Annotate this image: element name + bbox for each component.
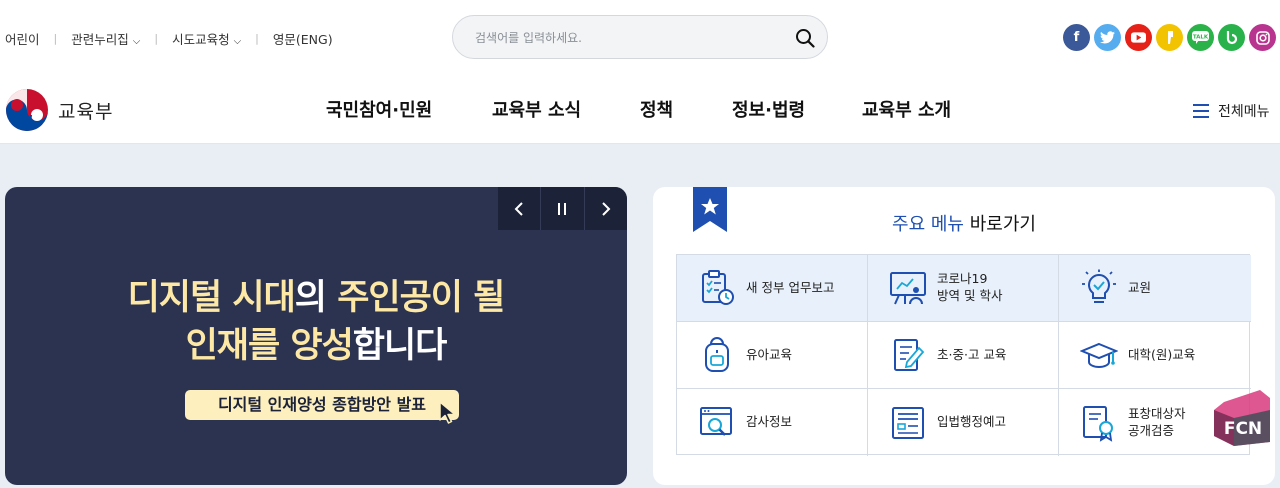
kakaotalk-icon[interactable]: TALK: [1187, 24, 1214, 51]
chevron-right-icon: [602, 201, 611, 216]
quick-item-label: 교원: [1128, 280, 1151, 297]
magnifier-window-icon: [700, 406, 732, 436]
quick-item-label-line1: 초·중·고 교육: [937, 346, 1007, 362]
quick-item-label: 코로나19 방역 및 학사: [937, 271, 1002, 305]
quick-item-university-education[interactable]: 대학(원)교육: [1059, 322, 1251, 389]
chevron-left-icon: [514, 201, 523, 216]
hamburger-icon: [1193, 104, 1209, 118]
notebook-pencil-icon: [894, 339, 925, 371]
logo-text: 교육부: [58, 100, 114, 123]
quick-menu-title-text: 바로가기: [964, 214, 1036, 235]
search-icon[interactable]: [795, 28, 815, 48]
link-english[interactable]: 영문(ENG): [273, 29, 333, 48]
quick-item-label: 초·중·고 교육: [937, 347, 1006, 364]
graduation-cap-icon: [1080, 342, 1118, 369]
quick-item-label: 표창대상자 공개검증: [1128, 406, 1186, 440]
quick-item-label-line1: 교원: [1128, 279, 1152, 295]
divider: |: [255, 32, 259, 45]
banner-controls: [498, 187, 627, 230]
quick-item-label-line1: 유아교육: [746, 346, 793, 362]
quick-item-covid[interactable]: 코로나19 방역 및 학사: [868, 255, 1059, 322]
headline-highlight: 인재를 양성: [185, 326, 354, 366]
document-list-icon: [892, 406, 924, 439]
quick-item-early-education[interactable]: 유아교육: [677, 322, 868, 389]
fcn-watermark-logo: FCN: [1214, 390, 1270, 446]
all-menu-button[interactable]: 전체메뉴: [1193, 101, 1270, 121]
quick-item-label-line2: 공개검증: [1128, 422, 1175, 438]
nav-policy[interactable]: 정책: [640, 96, 673, 122]
quick-item-label: 유아교육: [746, 347, 792, 364]
fcn-watermark-text: FCN: [1224, 419, 1262, 439]
social-links: f TALK: [1063, 24, 1276, 51]
quick-item-label: 새 정부 업무보고: [746, 280, 834, 297]
quick-item-label: 감사정보: [746, 414, 792, 431]
next-slide-button[interactable]: [583, 187, 627, 230]
quick-item-label-line1: 표창대상자: [1128, 405, 1186, 421]
youtube-icon[interactable]: [1125, 24, 1152, 51]
ministry-logo[interactable]: 교육부: [5, 88, 113, 132]
search-input[interactable]: [475, 27, 775, 49]
quick-item-audit-info[interactable]: 감사정보: [677, 389, 868, 456]
link-related-sites-label: 관련누리집: [71, 32, 129, 47]
backpack-icon: [705, 337, 729, 372]
headline-highlight: 디지털 시대: [127, 278, 296, 318]
quick-item-teachers[interactable]: 교원: [1059, 255, 1251, 322]
chevron-down-icon: ⌵: [233, 36, 242, 47]
quick-item-legislative-notice[interactable]: 입법행정예고: [868, 389, 1059, 456]
taegeuk-logo-icon: [6, 89, 48, 131]
headline-text: 의: [294, 278, 338, 318]
blog-icon[interactable]: [1218, 24, 1245, 51]
banner-headline-line2: 인재를 양성합니다: [5, 317, 627, 368]
quick-item-label-line2: 방역 및 학사: [937, 288, 1003, 303]
banner-cta-button[interactable]: 디지털 인재양성 종합방안 발표: [185, 390, 459, 420]
nav-info-law[interactable]: 정보·법령: [732, 96, 805, 122]
all-menu-label: 전체메뉴: [1218, 104, 1270, 120]
nav-news[interactable]: 교육부 소식: [492, 96, 581, 122]
quick-item-label-line1: 새 정부 업무보고: [746, 279, 835, 295]
quick-item-work-report[interactable]: 새 정부 업무보고: [677, 255, 868, 322]
quick-menu-panel: 주요 메뉴 바로가기 새 정부 업무보고 코로나19 방역 및 학사 교원 유아…: [653, 187, 1275, 485]
quick-item-label-line1: 대학(원)교육: [1128, 346, 1196, 362]
link-provincial-offices-label: 시도교육청: [172, 32, 230, 47]
headline-text: 합니다: [352, 326, 448, 366]
nav-about[interactable]: 교육부 소개: [862, 96, 951, 122]
clipboard-clock-icon: [702, 270, 734, 305]
link-provincial-offices[interactable]: 시도교육청 ⌵: [172, 29, 241, 48]
main-banner[interactable]: 디지털 시대의 주인공이 될 인재를 양성합니다 디지털 인재양성 종합방안 발…: [5, 187, 627, 485]
prev-slide-button[interactable]: [498, 187, 540, 230]
link-kids[interactable]: 어린이: [5, 29, 40, 48]
certificate-badge-icon: [1083, 405, 1113, 442]
quick-menu-grid: 새 정부 업무보고 코로나19 방역 및 학사 교원 유아교육 초·중·고 교육…: [676, 254, 1251, 456]
divider: |: [154, 32, 159, 45]
svg-text:TALK: TALK: [1193, 35, 1209, 41]
quick-item-k12-education[interactable]: 초·중·고 교육: [868, 322, 1059, 389]
quick-menu-title: 주요 메뉴 바로가기: [653, 210, 1275, 236]
top-utility-bar: 어린이 | 관련누리집⌵ | 시도교육청⌵ | 영문(ENG) f TALK: [0, 0, 1280, 74]
quick-item-label-line1: 코로나19: [937, 271, 988, 287]
mouse-cursor-icon: [439, 401, 456, 424]
twitter-icon[interactable]: [1094, 24, 1121, 51]
kakaostory-icon[interactable]: [1156, 24, 1183, 51]
utility-links: 어린이 | 관련누리집 ⌵ | 시도교육청 ⌵ | 영문(ENG): [5, 29, 333, 48]
pause-slide-button[interactable]: [540, 187, 583, 230]
link-related-sites[interactable]: 관련누리집 ⌵: [71, 29, 140, 48]
quick-item-label-line1: 감사정보: [746, 414, 793, 430]
facebook-icon[interactable]: f: [1063, 24, 1090, 51]
divider: |: [53, 32, 58, 45]
pause-icon: [558, 202, 567, 215]
lightbulb-icon: [1082, 269, 1116, 303]
quick-item-label: 입법행정예고: [937, 414, 1006, 431]
quick-menu-title-highlight: 주요 메뉴: [892, 214, 964, 235]
instagram-icon[interactable]: [1249, 24, 1276, 51]
main-nav: 교육부 국민참여·민원 교육부 소식 정책 정보·법령 교육부 소개 전체메뉴: [0, 74, 1280, 144]
banner-headline-line1: 디지털 시대의 주인공이 될: [5, 269, 627, 320]
search-box: [452, 15, 828, 59]
headline-highlight: 주인공이 될: [337, 278, 505, 318]
presentation-icon: [890, 272, 926, 305]
nav-participation[interactable]: 국민참여·민원: [326, 96, 432, 122]
chevron-down-icon: ⌵: [132, 36, 141, 47]
quick-item-label-line1: 입법행정예고: [937, 414, 1007, 430]
quick-item-label: 대학(원)교육: [1128, 347, 1195, 364]
